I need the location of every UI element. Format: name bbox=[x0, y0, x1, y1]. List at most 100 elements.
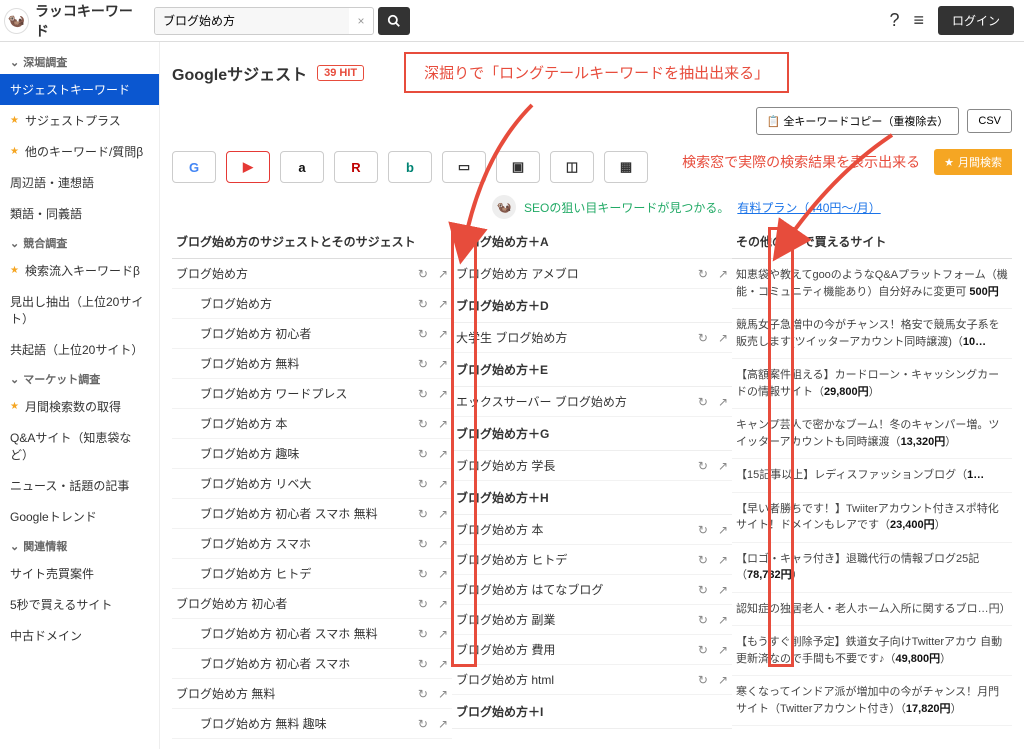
open-icon[interactable]: ↗ bbox=[438, 447, 448, 461]
clear-icon[interactable]: × bbox=[349, 14, 373, 28]
reload-icon[interactable]: ↻ bbox=[418, 357, 428, 371]
keyword-text[interactable]: ブログ始め方 初心者 スマホ 無料 bbox=[176, 625, 412, 642]
sidebar-item[interactable]: 類語・同義語 bbox=[0, 198, 159, 229]
open-icon[interactable]: ↗ bbox=[438, 417, 448, 431]
sidebar-item[interactable]: Q&Aサイト（知恵袋など） bbox=[0, 422, 159, 470]
tab-image[interactable]: ▣ bbox=[496, 151, 540, 183]
reload-icon[interactable]: ↻ bbox=[698, 331, 708, 345]
reload-icon[interactable]: ↻ bbox=[698, 673, 708, 687]
open-icon[interactable]: ↗ bbox=[438, 297, 448, 311]
tab-video[interactable]: ▭ bbox=[442, 151, 486, 183]
keyword-text[interactable]: ブログ始め方 学長 bbox=[456, 457, 692, 474]
ad-item[interactable]: キャンプ芸人で密かなブーム！冬のキャンパー増。ツイッターアカウントも同時譲渡（1… bbox=[732, 409, 1012, 459]
sidebar-item[interactable]: 見出し抽出（上位20サイト） bbox=[0, 286, 159, 334]
sidebar-item[interactable]: 共起語（上位20サイト） bbox=[0, 334, 159, 365]
open-icon[interactable]: ↗ bbox=[438, 537, 448, 551]
tab-amazon[interactable]: a bbox=[280, 151, 324, 183]
keyword-text[interactable]: ブログ始め方 ワードプレス bbox=[176, 385, 412, 402]
open-icon[interactable]: ↗ bbox=[438, 267, 448, 281]
open-icon[interactable]: ↗ bbox=[438, 327, 448, 341]
ad-item[interactable]: 知恵袋や教えてgooのようなQ&Aプラットフォーム（機能・コミュニティ機能あり）… bbox=[732, 259, 1012, 309]
keyword-text[interactable]: ブログ始め方 アメブロ bbox=[456, 265, 692, 282]
tab-youtube[interactable]: ▶ bbox=[226, 151, 270, 183]
sidebar-item[interactable]: ★他のキーワード/質問β bbox=[0, 136, 159, 167]
sidebar-item[interactable]: 周辺語・連想語 bbox=[0, 167, 159, 198]
reload-icon[interactable]: ↻ bbox=[418, 687, 428, 701]
reload-icon[interactable]: ↻ bbox=[698, 395, 708, 409]
tab-bing[interactable]: b bbox=[388, 151, 432, 183]
open-icon[interactable]: ↗ bbox=[718, 553, 728, 567]
reload-icon[interactable]: ↻ bbox=[418, 327, 428, 341]
keyword-text[interactable]: ブログ始め方 html bbox=[456, 671, 692, 688]
keyword-text[interactable]: ブログ始め方 はてなブログ bbox=[456, 581, 692, 598]
keyword-text[interactable]: ブログ始め方 スマホ bbox=[176, 535, 412, 552]
ad-item[interactable]: 【高額案件狙える】カードローン・キャッシングカードの情報サイト（29,800円） bbox=[732, 359, 1012, 409]
sidebar-item[interactable]: 中古ドメイン bbox=[0, 620, 159, 651]
open-icon[interactable]: ↗ bbox=[718, 395, 728, 409]
sidebar-item[interactable]: サイト売買案件 bbox=[0, 558, 159, 589]
reload-icon[interactable]: ↻ bbox=[418, 627, 428, 641]
sidebar-item[interactable]: 5秒で買えるサイト bbox=[0, 589, 159, 620]
open-icon[interactable]: ↗ bbox=[438, 687, 448, 701]
reload-icon[interactable]: ↻ bbox=[418, 537, 428, 551]
ad-item[interactable]: 認知症の独居老人・老人ホーム入所に関するブロ…円） bbox=[732, 593, 1012, 627]
tab-google[interactable]: G bbox=[172, 151, 216, 183]
menu-icon[interactable]: ≡ bbox=[913, 10, 924, 31]
keyword-text[interactable]: ブログ始め方 無料 bbox=[176, 685, 412, 702]
keyword-text[interactable]: ブログ始め方 ヒトデ bbox=[176, 565, 412, 582]
open-icon[interactable]: ↗ bbox=[438, 387, 448, 401]
keyword-text[interactable]: ブログ始め方 趣味 bbox=[176, 445, 412, 462]
copy-all-button[interactable]: 📋 全キーワードコピー（重複除去） bbox=[756, 107, 960, 135]
reload-icon[interactable]: ↻ bbox=[418, 597, 428, 611]
reload-icon[interactable]: ↻ bbox=[698, 523, 708, 537]
keyword-text[interactable]: ブログ始め方 無料 趣味 bbox=[176, 715, 412, 732]
open-icon[interactable]: ↗ bbox=[718, 613, 728, 627]
reload-icon[interactable]: ↻ bbox=[418, 567, 428, 581]
tab-grid[interactable]: ▦ bbox=[604, 151, 648, 183]
reload-icon[interactable]: ↻ bbox=[418, 417, 428, 431]
keyword-text[interactable]: ブログ始め方 bbox=[176, 295, 412, 312]
sidebar-item[interactable]: ★月間検索数の取得 bbox=[0, 391, 159, 422]
ad-item[interactable]: 寒くなってインドア派が増加中の今がチャンス！月門サイト（Twitterアカウント… bbox=[732, 676, 1012, 726]
keyword-text[interactable]: ブログ始め方 初心者 bbox=[176, 325, 412, 342]
ad-item[interactable]: 【15記事以上】レディスファッションブログ（1… bbox=[732, 459, 1012, 493]
reload-icon[interactable]: ↻ bbox=[698, 459, 708, 473]
sidebar-item[interactable]: ★サジェストプラス bbox=[0, 105, 159, 136]
open-icon[interactable]: ↗ bbox=[718, 459, 728, 473]
open-icon[interactable]: ↗ bbox=[438, 357, 448, 371]
open-icon[interactable]: ↗ bbox=[438, 627, 448, 641]
keyword-text[interactable]: ブログ始め方 本 bbox=[176, 415, 412, 432]
reload-icon[interactable]: ↻ bbox=[698, 553, 708, 567]
monthly-volume-button[interactable]: ★ 月間検索 bbox=[934, 149, 1012, 175]
sidebar-item[interactable]: サジェストキーワード bbox=[0, 74, 159, 105]
sidebar-item[interactable]: Googleトレンド bbox=[0, 501, 159, 532]
brand-logo[interactable]: 🦦 ラッコキーワード bbox=[4, 1, 142, 41]
reload-icon[interactable]: ↻ bbox=[418, 447, 428, 461]
search-input[interactable] bbox=[155, 8, 349, 34]
keyword-text[interactable]: ブログ始め方 bbox=[176, 265, 412, 282]
reload-icon[interactable]: ↻ bbox=[418, 267, 428, 281]
sidebar-item[interactable]: ニュース・話題の記事 bbox=[0, 470, 159, 501]
open-icon[interactable]: ↗ bbox=[438, 657, 448, 671]
open-icon[interactable]: ↗ bbox=[718, 643, 728, 657]
keyword-text[interactable]: ブログ始め方 本 bbox=[456, 521, 692, 538]
keyword-text[interactable]: ブログ始め方 初心者 bbox=[176, 595, 412, 612]
tab-rakuten[interactable]: R bbox=[334, 151, 378, 183]
keyword-text[interactable]: ブログ始め方 無料 bbox=[176, 355, 412, 372]
ad-item[interactable]: 【もうすぐ削除予定】鉄道女子向けTwitterアカウ 自動更新済なので手間も不要… bbox=[732, 626, 1012, 676]
reload-icon[interactable]: ↻ bbox=[418, 717, 428, 731]
promo-link[interactable]: 有料プラン（440円～/月） bbox=[737, 199, 880, 216]
open-icon[interactable]: ↗ bbox=[438, 477, 448, 491]
login-button[interactable]: ログイン bbox=[938, 6, 1014, 35]
keyword-text[interactable]: ブログ始め方 費用 bbox=[456, 641, 692, 658]
reload-icon[interactable]: ↻ bbox=[698, 583, 708, 597]
ad-item[interactable]: 競馬女子急増中の今がチャンス！格安で競馬女子系を販売します(ツイッターアカウント… bbox=[732, 309, 1012, 359]
open-icon[interactable]: ↗ bbox=[718, 331, 728, 345]
ad-item[interactable]: 【ロゴ・キャラ付き】退職代行の情報ブログ25記（78,732円） bbox=[732, 543, 1012, 593]
open-icon[interactable]: ↗ bbox=[438, 597, 448, 611]
open-icon[interactable]: ↗ bbox=[718, 267, 728, 281]
open-icon[interactable]: ↗ bbox=[718, 583, 728, 597]
reload-icon[interactable]: ↻ bbox=[698, 643, 708, 657]
tab-shop[interactable]: ◫ bbox=[550, 151, 594, 183]
sidebar-item[interactable]: ★検索流入キーワードβ bbox=[0, 255, 159, 286]
